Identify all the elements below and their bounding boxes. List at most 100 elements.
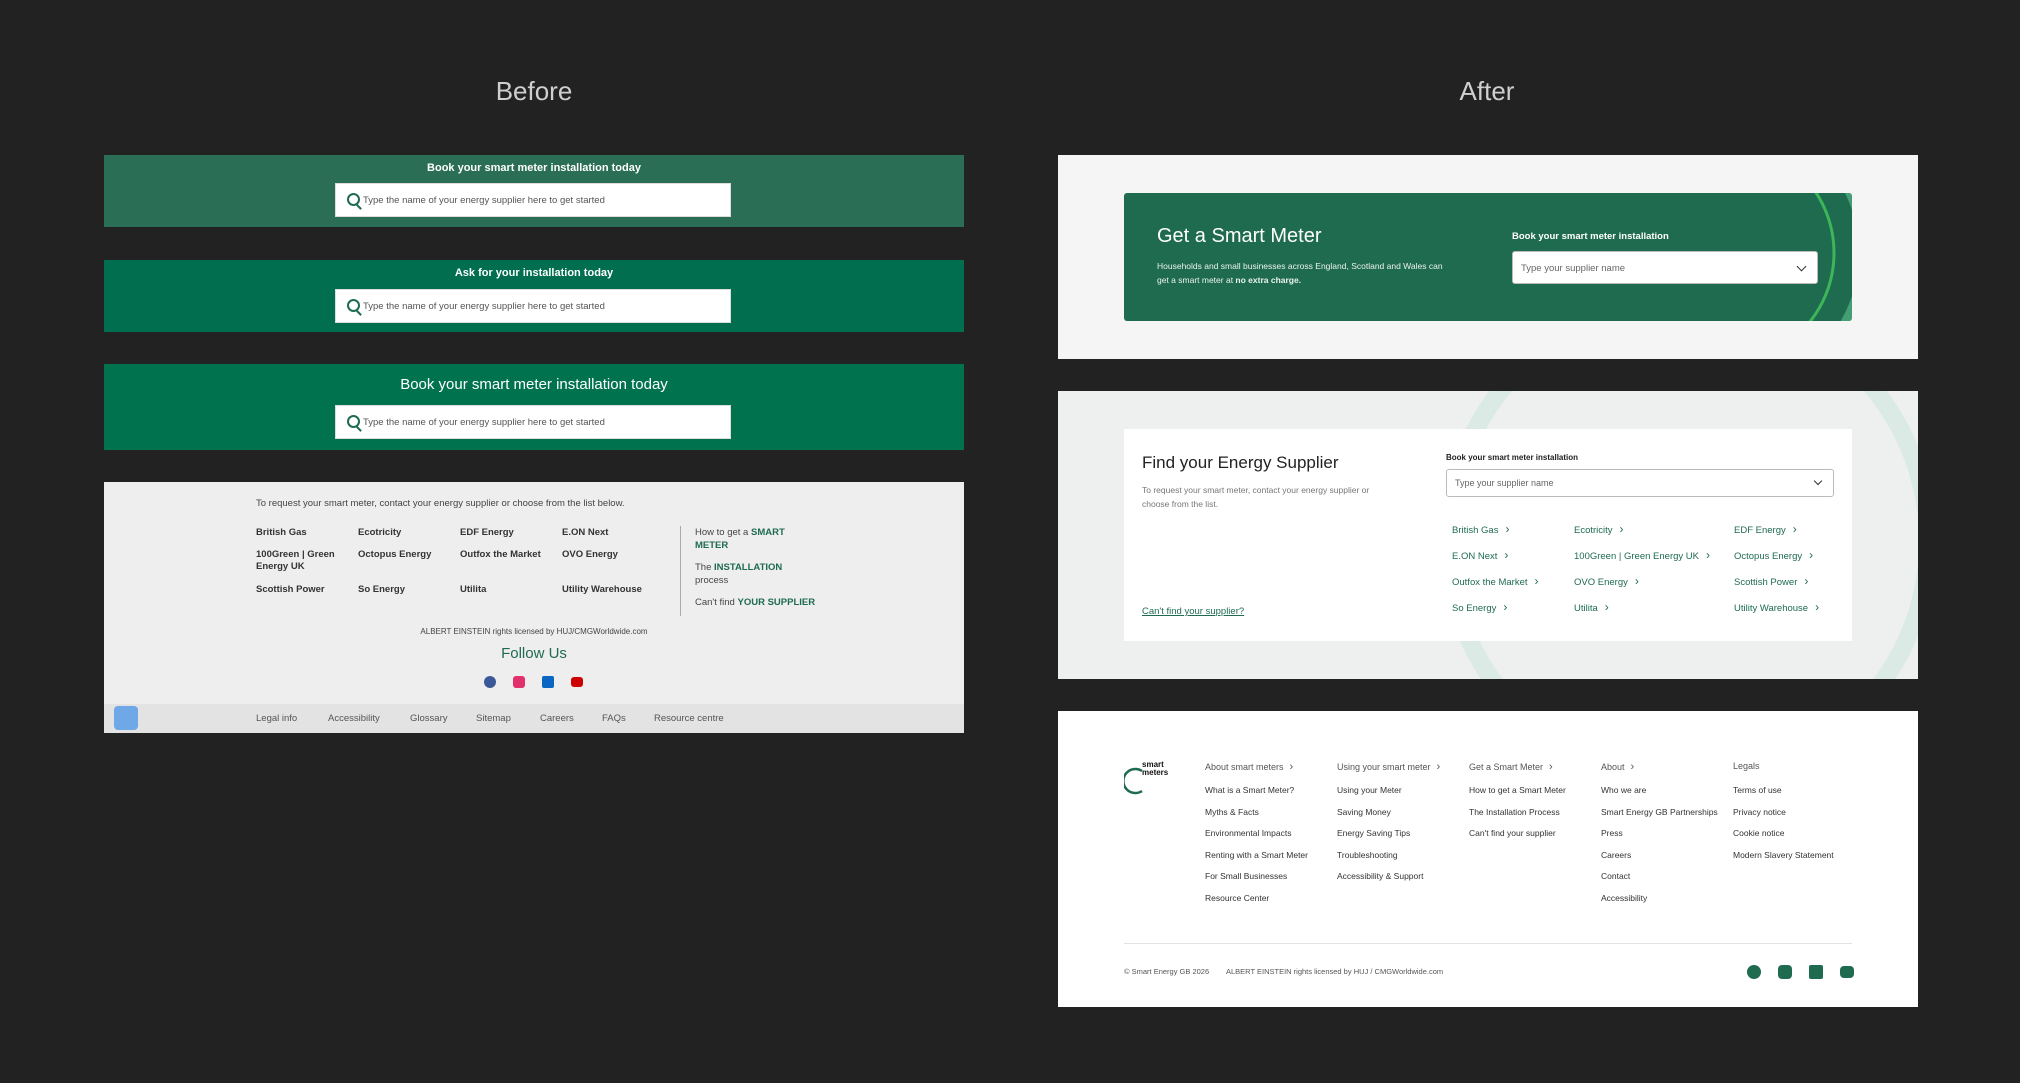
- footer-link[interactable]: Renting with a Smart Meter: [1205, 850, 1308, 860]
- search-placeholder: Type the name of your energy supplier he…: [363, 301, 605, 312]
- after-hero-section: Get a Smart Meter Households and small b…: [1058, 155, 1918, 359]
- how-to-get-link[interactable]: How to get a SMART METER: [695, 526, 795, 552]
- footer-link[interactable]: Environmental Impacts: [1205, 828, 1291, 838]
- after-finder-section: Find your Energy Supplier To request you…: [1058, 391, 1918, 679]
- footer-link[interactable]: Smart Energy GB Partnerships: [1601, 807, 1718, 817]
- supplier-link[interactable]: So Energy: [1452, 600, 1507, 614]
- footer-link[interactable]: Saving Money: [1337, 807, 1391, 817]
- footer-heading[interactable]: Using your smart meter: [1337, 761, 1440, 773]
- supplier-link[interactable]: Scottish Power: [1734, 574, 1808, 588]
- legal-link[interactable]: Careers: [540, 713, 574, 724]
- footer-link[interactable]: Myths & Facts: [1205, 807, 1259, 817]
- select-label: Book your smart meter installation: [1512, 231, 1669, 242]
- supplier-link[interactable]: Utilita: [1574, 600, 1609, 614]
- shield-icon[interactable]: [114, 706, 138, 730]
- search-input[interactable]: Type the name of your energy supplier he…: [335, 289, 731, 323]
- supplier-link[interactable]: Utility Warehouse: [1734, 600, 1819, 614]
- linkedin-icon[interactable]: [1809, 965, 1823, 979]
- supplier-link[interactable]: 100Green | Green Energy UK: [256, 549, 340, 573]
- supplier-link[interactable]: EDF Energy: [460, 527, 514, 539]
- footer-link[interactable]: Privacy notice: [1733, 807, 1786, 817]
- footer-link[interactable]: Careers: [1601, 850, 1631, 860]
- footer-link[interactable]: Terms of use: [1733, 785, 1782, 795]
- supplier-link[interactable]: Ecotricity: [358, 527, 401, 539]
- hero-title: Get a Smart Meter: [1157, 225, 1322, 247]
- facebook-icon[interactable]: [1747, 965, 1761, 979]
- before-banner-2: Ask for your installation today Type the…: [104, 260, 964, 332]
- installation-link[interactable]: The INSTALLATION process: [695, 561, 795, 587]
- legal-link[interactable]: Glossary: [410, 713, 447, 724]
- footer-heading: Legals: [1733, 761, 1760, 771]
- supplier-link[interactable]: Utilita: [460, 584, 486, 596]
- legal-link[interactable]: Resource centre: [654, 713, 724, 724]
- supplier-link[interactable]: Scottish Power: [256, 584, 325, 596]
- follow-us-heading: Follow Us: [501, 645, 567, 662]
- supplier-link[interactable]: Outfox the Market: [1452, 574, 1539, 588]
- supplier-select[interactable]: Type your supplier name: [1446, 469, 1834, 497]
- search-input[interactable]: Type the name of your energy supplier he…: [335, 405, 731, 439]
- youtube-icon[interactable]: [1840, 966, 1854, 978]
- hero-banner: Get a Smart Meter Households and small b…: [1124, 193, 1852, 321]
- footer-heading[interactable]: Get a Smart Meter: [1469, 761, 1553, 773]
- footer-link[interactable]: Contact: [1601, 871, 1630, 881]
- select-placeholder: Type your supplier name: [1521, 263, 1626, 274]
- footer-link[interactable]: What is a Smart Meter?: [1205, 785, 1294, 795]
- divider: [680, 526, 681, 616]
- footer-link[interactable]: Using your Meter: [1337, 785, 1402, 795]
- footer-link[interactable]: How to get a Smart Meter: [1469, 785, 1566, 795]
- youtube-icon[interactable]: [571, 677, 583, 687]
- supplier-link[interactable]: British Gas: [1452, 522, 1509, 536]
- footer-link[interactable]: Energy Saving Tips: [1337, 828, 1410, 838]
- footer-link[interactable]: Accessibility: [1601, 893, 1647, 903]
- supplier-link[interactable]: 100Green | Green Energy UK: [1574, 548, 1710, 562]
- footer-intro: To request your smart meter, contact you…: [256, 498, 625, 509]
- before-banner-1: Book your smart meter installation today…: [104, 155, 964, 227]
- logo-text: smart meters: [1142, 760, 1169, 777]
- before-banner-3: Book your smart meter installation today…: [104, 364, 964, 450]
- smart-meters-logo[interactable]: smart meters: [1124, 761, 1174, 795]
- supplier-link[interactable]: So Energy: [358, 584, 405, 596]
- supplier-link[interactable]: Ecotricity: [1574, 522, 1624, 536]
- after-label: After: [1459, 76, 1515, 106]
- supplier-link[interactable]: E.ON Next: [1452, 548, 1508, 562]
- legal-link[interactable]: Accessibility: [328, 713, 380, 724]
- instagram-icon[interactable]: [513, 676, 525, 688]
- footer-link[interactable]: Accessibility & Support: [1337, 871, 1423, 881]
- supplier-link[interactable]: Outfox the Market: [460, 549, 541, 561]
- supplier-link[interactable]: Utility Warehouse: [562, 584, 642, 596]
- footer-link[interactable]: Press: [1601, 828, 1623, 838]
- footer-heading[interactable]: About smart meters: [1205, 761, 1293, 773]
- supplier-link[interactable]: British Gas: [256, 527, 307, 539]
- instagram-icon[interactable]: [1778, 965, 1792, 979]
- footer-link[interactable]: The Installation Process: [1469, 807, 1560, 817]
- footer-link[interactable]: Modern Slavery Statement: [1733, 850, 1834, 860]
- footer-link[interactable]: Troubleshooting: [1337, 850, 1398, 860]
- footer-link[interactable]: Cookie notice: [1733, 828, 1785, 838]
- legal-link[interactable]: FAQs: [602, 713, 626, 724]
- supplier-link[interactable]: Octopus Energy: [358, 549, 431, 561]
- search-input[interactable]: Type the name of your energy supplier he…: [335, 183, 731, 217]
- supplier-link[interactable]: Octopus Energy: [1734, 548, 1813, 562]
- facebook-icon[interactable]: [484, 676, 496, 688]
- cant-find-link[interactable]: Can't find YOUR SUPPLIER: [695, 596, 835, 609]
- supplier-select[interactable]: Type your supplier name: [1512, 251, 1818, 284]
- before-footer: To request your smart meter, contact you…: [104, 482, 964, 733]
- footer-heading[interactable]: About: [1601, 761, 1634, 773]
- legal-link[interactable]: Sitemap: [476, 713, 511, 724]
- footer-link[interactable]: For Small Businesses: [1205, 871, 1287, 881]
- footer-link[interactable]: Can't find your supplier: [1469, 828, 1556, 838]
- footer-link[interactable]: Who we are: [1601, 785, 1646, 795]
- finder-description: To request your smart meter, contact you…: [1142, 485, 1370, 509]
- supplier-link[interactable]: OVO Energy: [1574, 574, 1639, 588]
- linkedin-icon[interactable]: [542, 676, 554, 688]
- chevron-down-icon: [1813, 476, 1823, 486]
- supplier-link[interactable]: OVO Energy: [562, 549, 618, 561]
- search-icon: [347, 415, 360, 428]
- supplier-link[interactable]: E.ON Next: [562, 527, 608, 539]
- supplier-link[interactable]: EDF Energy: [1734, 522, 1797, 536]
- copyright: © Smart Energy GB 2026: [1124, 967, 1210, 976]
- footer-link[interactable]: Resource Center: [1205, 893, 1269, 903]
- search-placeholder: Type the name of your energy supplier he…: [363, 195, 605, 206]
- legal-link[interactable]: Legal info: [256, 713, 297, 724]
- cant-find-supplier-link[interactable]: Can't find your supplier?: [1142, 606, 1244, 617]
